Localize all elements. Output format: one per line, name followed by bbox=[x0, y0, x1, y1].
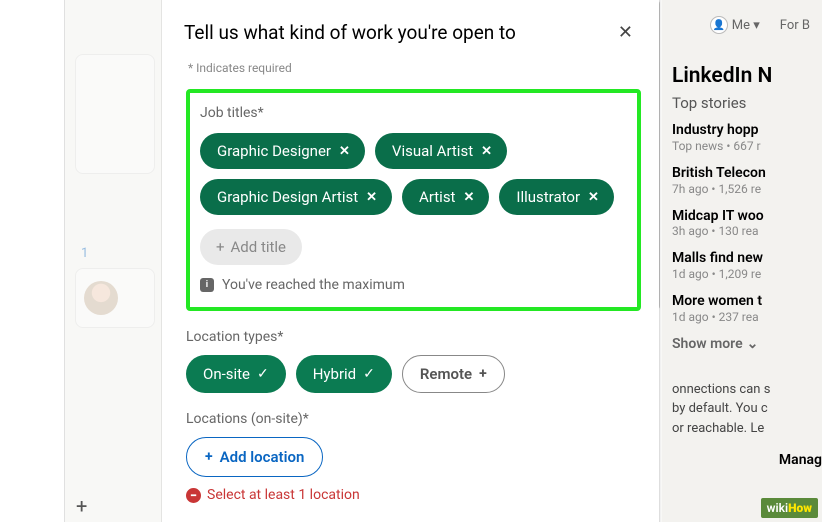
location-error: ━Select at least 1 location bbox=[186, 487, 635, 503]
add-location-button[interactable]: +Add location bbox=[186, 437, 323, 477]
check-icon: ✓ bbox=[257, 366, 269, 382]
job-title-chip[interactable]: Illustrator✕ bbox=[499, 179, 614, 215]
manage-link[interactable]: Manag bbox=[672, 452, 822, 468]
news-item-meta: Top news • 667 r bbox=[672, 139, 822, 153]
plus-icon: + bbox=[216, 238, 225, 256]
plus-icon: + bbox=[479, 366, 487, 382]
show-more-button[interactable]: Show more⌄ bbox=[672, 336, 822, 352]
max-reached-info: iYou've reached the maximum bbox=[200, 277, 629, 293]
chevron-down-icon: ⌄ bbox=[747, 336, 759, 352]
location-types-section: Location types* On-site✓ Hybrid✓ Remote+ bbox=[162, 325, 659, 407]
for-business-link[interactable]: For B bbox=[780, 18, 810, 33]
news-item-title[interactable]: Malls find new bbox=[672, 250, 822, 267]
open-to-work-modal: Tell us what kind of work you're open to… bbox=[162, 0, 659, 522]
suggestion-card bbox=[75, 268, 155, 328]
remove-icon[interactable]: ✕ bbox=[339, 144, 350, 159]
location-type-onsite[interactable]: On-site✓ bbox=[186, 355, 286, 393]
job-title-chip[interactable]: Visual Artist✕ bbox=[375, 133, 507, 169]
modal-title: Tell us what kind of work you're open to bbox=[184, 21, 516, 44]
promo-text: onnections can sby default. You cor reac… bbox=[672, 380, 822, 439]
avatar-icon: 👤 bbox=[710, 16, 728, 34]
job-title-chip[interactable]: Graphic Designer✕ bbox=[200, 133, 365, 169]
remove-icon[interactable]: ✕ bbox=[463, 190, 474, 205]
news-item-title[interactable]: Industry hopp bbox=[672, 122, 822, 139]
watermark: wikiHow bbox=[761, 498, 818, 518]
news-item-meta: 1d ago • 1,209 re bbox=[672, 267, 822, 281]
locations-section: Locations (on-site)* +Add location ━Sele… bbox=[162, 407, 659, 517]
info-icon: i bbox=[200, 278, 214, 292]
profile-card bbox=[75, 54, 155, 174]
avatar-icon bbox=[84, 281, 118, 315]
news-item-meta: 7h ago • 1,526 re bbox=[672, 182, 822, 196]
top-nav: 👤Me ▾ For B bbox=[710, 0, 822, 50]
news-item-meta: 3h ago • 130 rea bbox=[672, 224, 822, 238]
plus-icon: + bbox=[205, 449, 213, 465]
news-subheader: Top stories bbox=[672, 94, 822, 112]
news-item-title[interactable]: British Telecon bbox=[672, 165, 822, 182]
location-type-hybrid[interactable]: Hybrid✓ bbox=[296, 355, 392, 393]
news-panel: LinkedIn N Top stories Industry hoppTop … bbox=[662, 0, 822, 522]
job-titles-label: Job titles* bbox=[200, 105, 629, 121]
required-note: * Indicates required bbox=[162, 59, 659, 89]
check-icon: ✓ bbox=[363, 366, 375, 382]
news-item-meta: 1d ago • 237 rea bbox=[672, 310, 822, 324]
add-title-button: +Add title bbox=[200, 229, 302, 265]
close-icon: ✕ bbox=[618, 22, 633, 43]
plus-icon: + bbox=[76, 494, 87, 518]
location-types-label: Location types* bbox=[186, 329, 635, 345]
left-number: 1 bbox=[81, 246, 88, 261]
left-rail bbox=[0, 0, 65, 522]
job-title-chip[interactable]: Artist✕ bbox=[402, 179, 489, 215]
news-item-title[interactable]: More women t bbox=[672, 293, 822, 310]
me-menu[interactable]: 👤Me ▾ bbox=[710, 16, 760, 34]
start-date-section: Start date bbox=[162, 517, 659, 522]
remove-icon[interactable]: ✕ bbox=[588, 190, 599, 205]
remove-icon[interactable]: ✕ bbox=[481, 144, 492, 159]
error-icon: ━ bbox=[186, 488, 201, 503]
job-title-chip[interactable]: Graphic Design Artist✕ bbox=[200, 179, 392, 215]
left-column: 1 bbox=[65, 0, 162, 522]
news-item-title[interactable]: Midcap IT woo bbox=[672, 208, 822, 225]
remove-icon[interactable]: ✕ bbox=[366, 190, 377, 205]
location-type-remote[interactable]: Remote+ bbox=[402, 355, 505, 393]
locations-label: Locations (on-site)* bbox=[186, 411, 635, 427]
job-title-chips: Graphic Designer✕ Visual Artist✕ Graphic… bbox=[200, 133, 629, 215]
job-titles-section: Job titles* Graphic Designer✕ Visual Art… bbox=[186, 89, 641, 311]
close-button[interactable]: ✕ bbox=[614, 18, 637, 47]
news-header: LinkedIn N bbox=[672, 64, 822, 88]
